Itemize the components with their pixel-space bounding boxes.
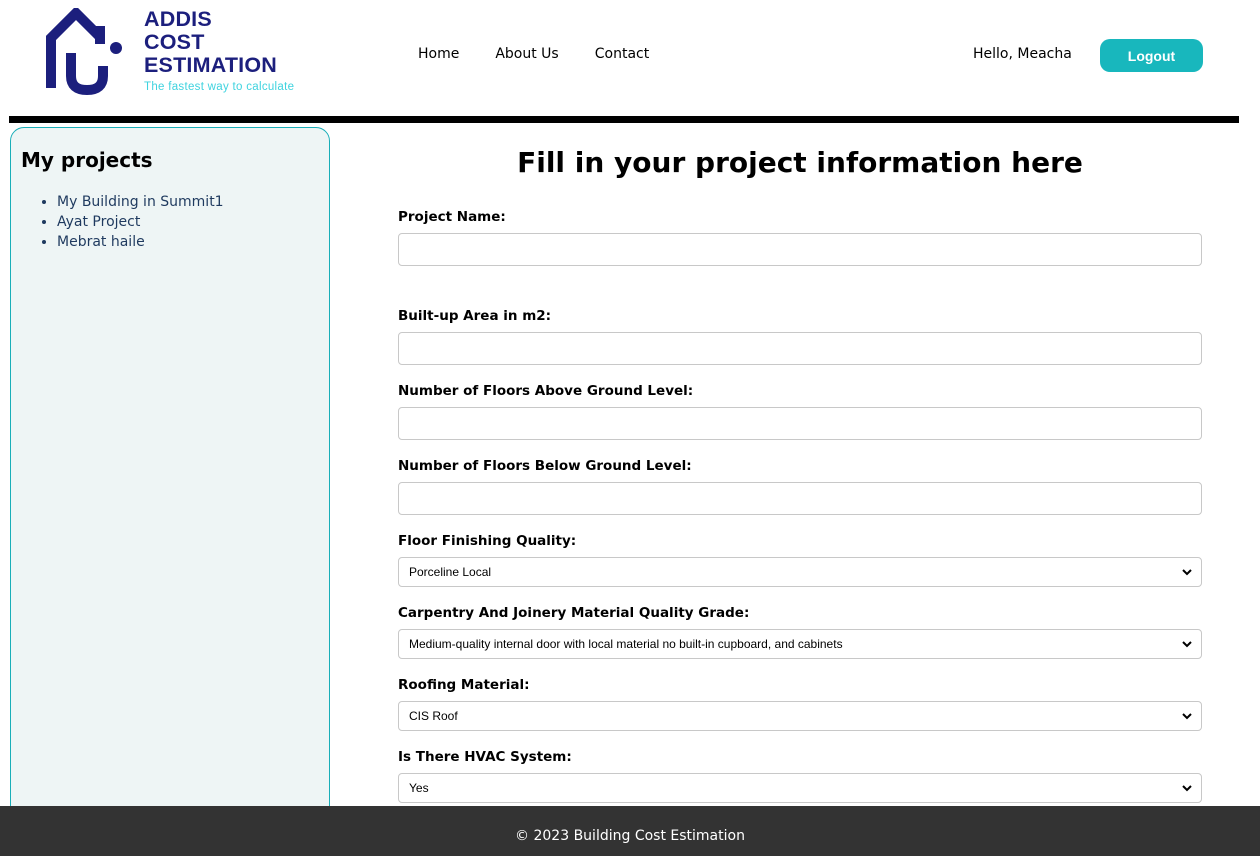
roofing-select-wrap: CIS Roof bbox=[398, 701, 1202, 731]
floors-above-label: Number of Floors Above Ground Level: bbox=[398, 383, 694, 399]
brand-line-3: ESTIMATION bbox=[144, 53, 277, 77]
project-link[interactable]: My Building in Summit1 bbox=[57, 194, 224, 210]
carpentry-select[interactable]: Medium-quality internal door with local … bbox=[398, 629, 1202, 659]
floors-above-input[interactable] bbox=[398, 407, 1202, 440]
built-up-area-label: Built-up Area in m2: bbox=[398, 308, 552, 324]
projects-sidebar: My projects My Building in Summit1 Ayat … bbox=[10, 127, 330, 827]
floors-above-group: Number of Floors Above Ground Level: bbox=[398, 383, 1202, 440]
floor-finishing-group: Floor Finishing Quality: Porceline Local bbox=[398, 533, 1202, 587]
floor-finishing-select[interactable]: Porceline Local bbox=[398, 557, 1202, 587]
roofing-select[interactable]: CIS Roof bbox=[398, 701, 1202, 731]
hvac-label: Is There HVAC System: bbox=[398, 749, 572, 765]
floors-below-input[interactable] bbox=[398, 482, 1202, 515]
project-list-item: Mebrat haile bbox=[57, 232, 319, 252]
project-link[interactable]: Ayat Project bbox=[57, 214, 140, 230]
hvac-group: Is There HVAC System: Yes bbox=[398, 749, 1202, 803]
floor-finishing-select-wrap: Porceline Local bbox=[398, 557, 1202, 587]
user-greeting: Hello, Meacha bbox=[973, 46, 1072, 62]
brand-logo[interactable]: ADDIS COST ESTIMATION The fastest way to… bbox=[46, 8, 316, 98]
built-up-area-group: Built-up Area in m2: bbox=[398, 308, 1202, 365]
main-nav: Home About Us Contact bbox=[418, 46, 649, 62]
hvac-select[interactable]: Yes bbox=[398, 773, 1202, 803]
site-header: ADDIS COST ESTIMATION The fastest way to… bbox=[0, 0, 1260, 116]
project-list: My Building in Summit1 Ayat Project Mebr… bbox=[21, 192, 319, 252]
project-list-item: Ayat Project bbox=[57, 212, 319, 232]
project-name-group: Project Name: bbox=[398, 209, 1202, 266]
sidebar-title: My projects bbox=[21, 148, 153, 172]
floors-below-label: Number of Floors Below Ground Level: bbox=[398, 458, 692, 474]
nav-about-link[interactable]: About Us bbox=[495, 46, 558, 62]
carpentry-group: Carpentry And Joinery Material Quality G… bbox=[398, 605, 1202, 659]
house-logo-icon bbox=[46, 8, 122, 96]
roofing-group: Roofing Material: CIS Roof bbox=[398, 677, 1202, 731]
site-footer: © 2023 Building Cost Estimation bbox=[0, 806, 1260, 856]
floor-finishing-label: Floor Finishing Quality: bbox=[398, 533, 577, 549]
brand-wordmark: ADDIS COST ESTIMATION bbox=[144, 8, 277, 77]
floors-below-group: Number of Floors Below Ground Level: bbox=[398, 458, 1202, 515]
project-link[interactable]: Mebrat haile bbox=[57, 234, 145, 250]
footer-copyright: © 2023 Building Cost Estimation bbox=[515, 828, 745, 844]
nav-home-link[interactable]: Home bbox=[418, 46, 459, 62]
carpentry-label: Carpentry And Joinery Material Quality G… bbox=[398, 605, 750, 621]
header-divider bbox=[9, 116, 1239, 123]
project-list-item: My Building in Summit1 bbox=[57, 192, 319, 212]
hvac-select-wrap: Yes bbox=[398, 773, 1202, 803]
project-name-label: Project Name: bbox=[398, 209, 506, 225]
nav-contact-link[interactable]: Contact bbox=[595, 46, 649, 62]
carpentry-select-wrap: Medium-quality internal door with local … bbox=[398, 629, 1202, 659]
brand-line-1: ADDIS bbox=[144, 7, 212, 31]
built-up-area-input[interactable] bbox=[398, 332, 1202, 365]
brand-tagline: The fastest way to calculate bbox=[144, 81, 295, 93]
roofing-label: Roofing Material: bbox=[398, 677, 530, 693]
project-name-input[interactable] bbox=[398, 233, 1202, 266]
brand-line-2: COST bbox=[144, 30, 205, 54]
project-form-section: Fill in your project information here Pr… bbox=[398, 146, 1202, 821]
logout-button[interactable]: Logout bbox=[1100, 39, 1203, 72]
page-title: Fill in your project information here bbox=[517, 146, 1083, 179]
